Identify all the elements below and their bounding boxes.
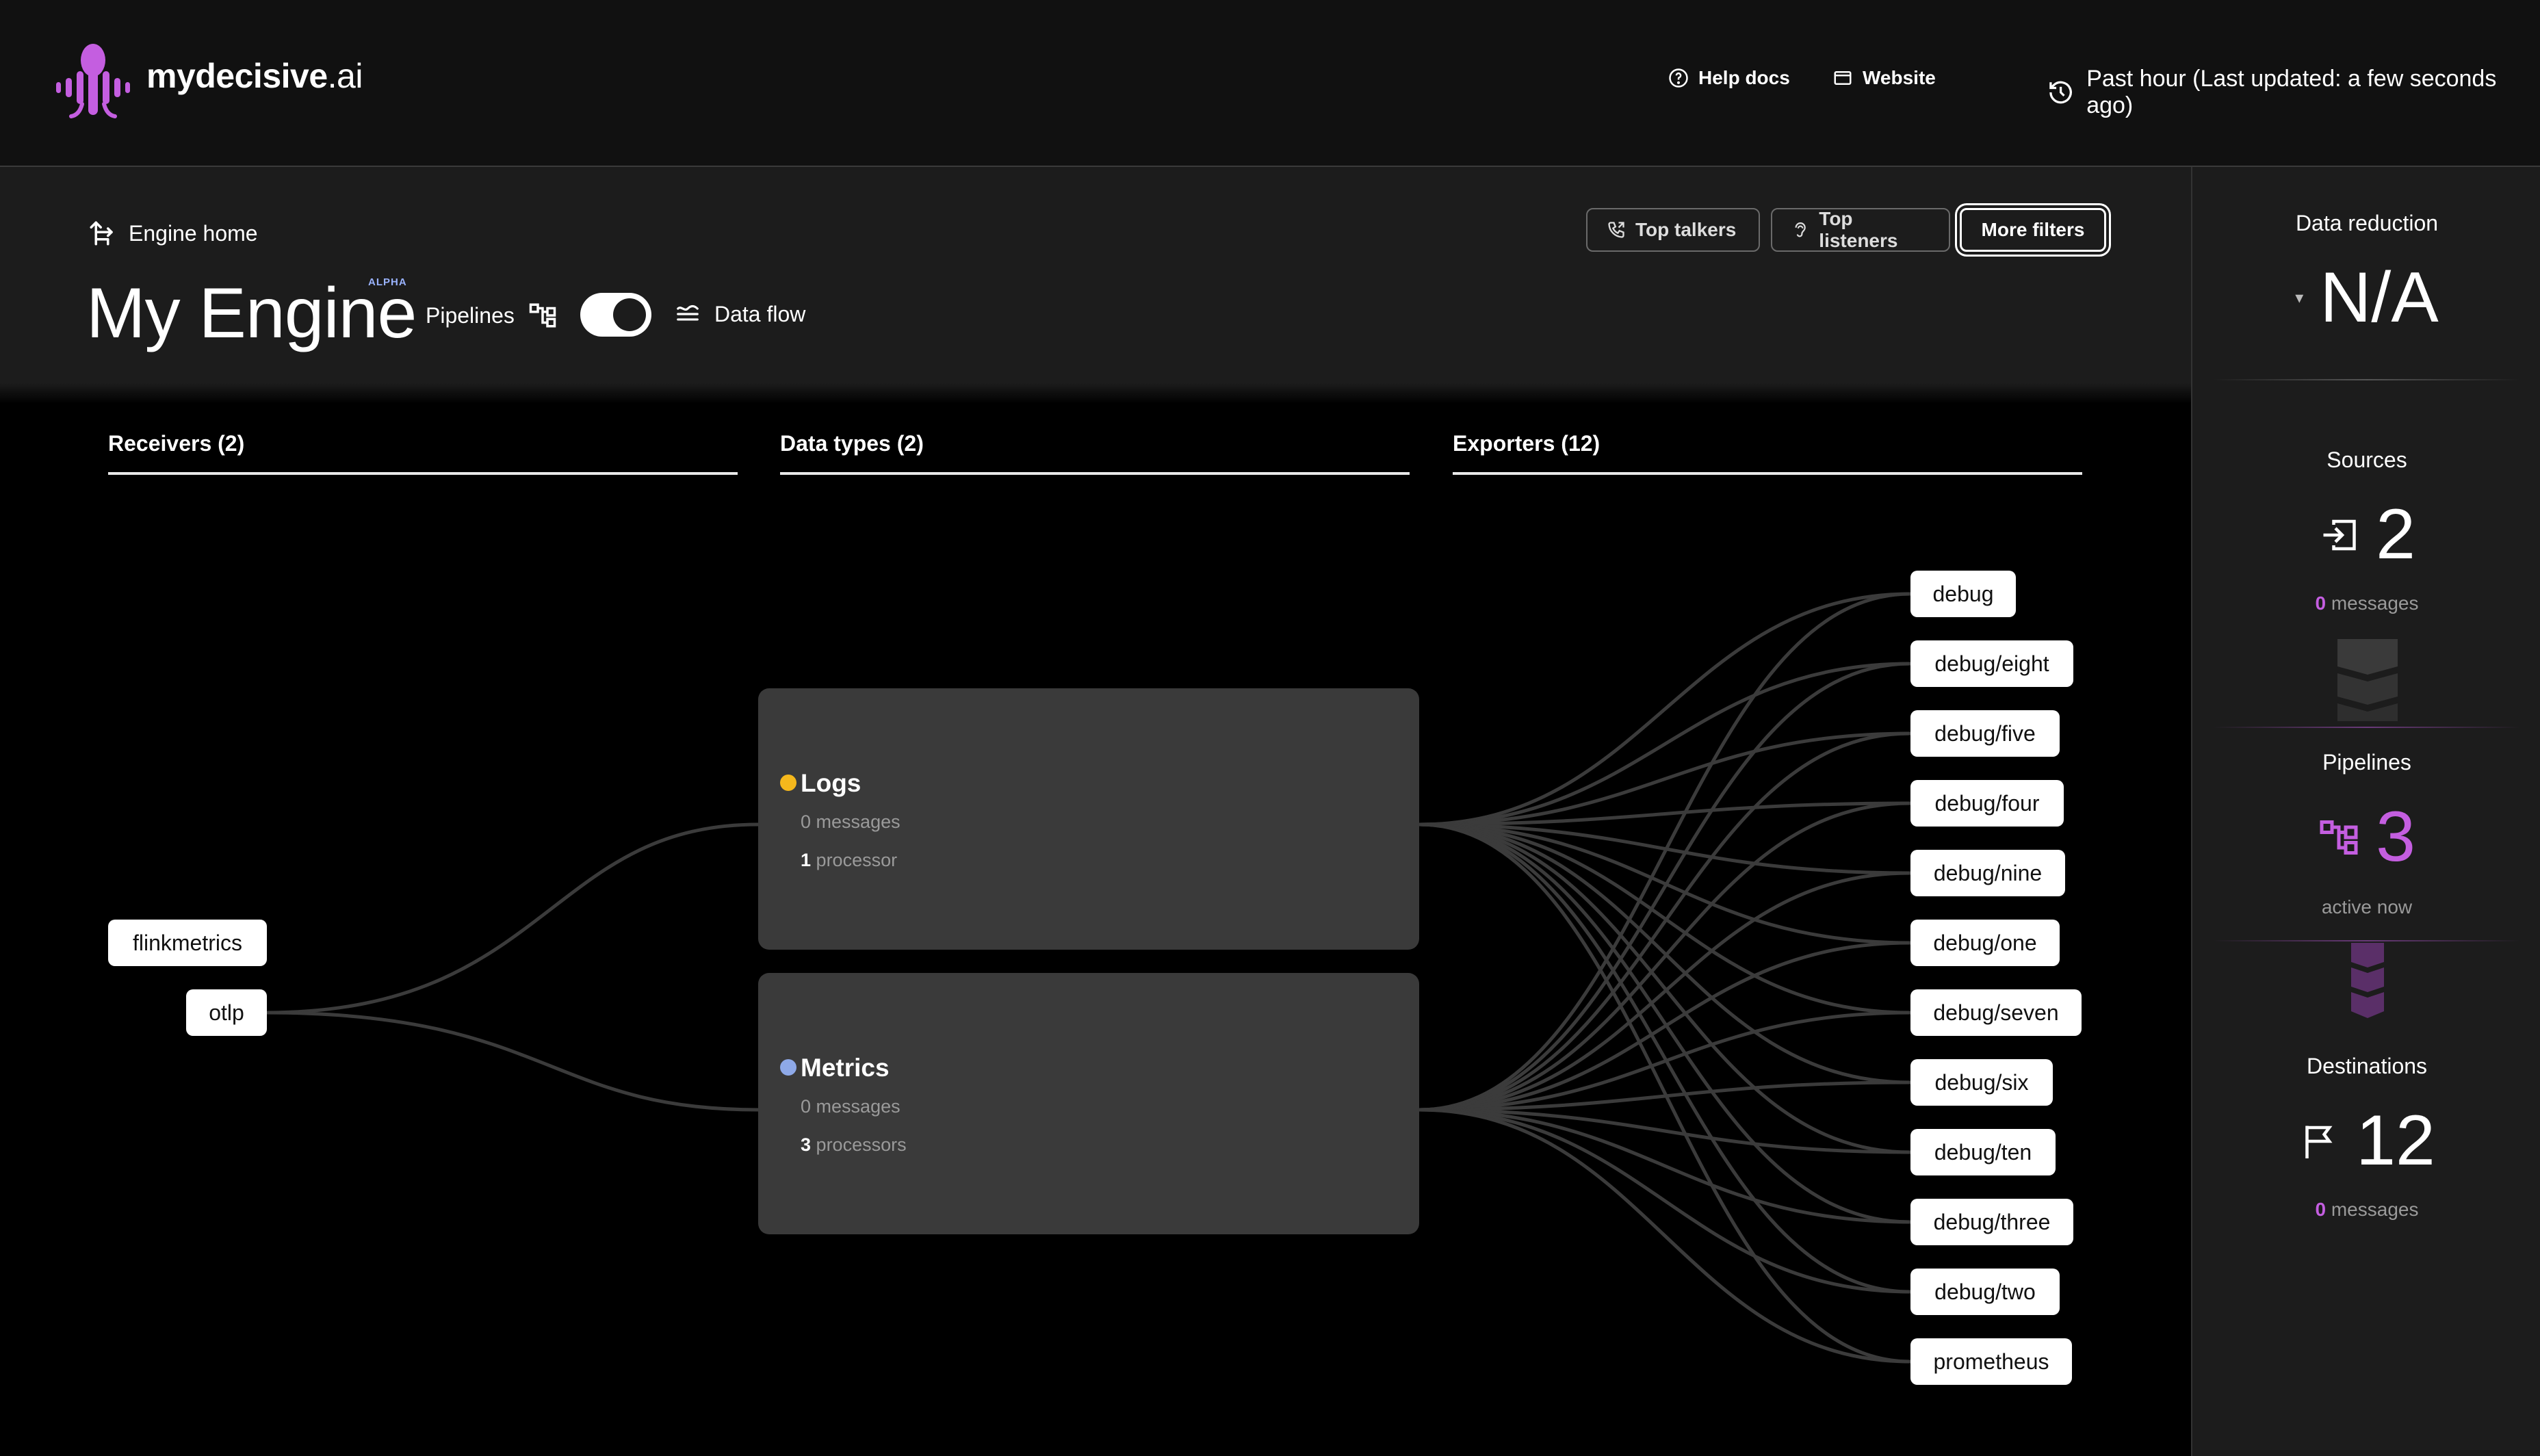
- exporter-edge: [1418, 1108, 1911, 1294]
- exporter-node[interactable]: prometheus: [1910, 1338, 2072, 1385]
- data-type-card-metrics[interactable]: Metrics 0 messages 3 processors: [758, 973, 1419, 1234]
- sources-messages-label: messages: [2331, 593, 2419, 614]
- messages-label: messages: [816, 1096, 900, 1117]
- exporter-node[interactable]: debug/three: [1910, 1199, 2073, 1245]
- processors-label: processors: [816, 1134, 907, 1155]
- flow-chevrons-icon: [2337, 639, 2398, 721]
- receiver-node[interactable]: flinkmetrics: [108, 920, 267, 966]
- exporter-edge: [1418, 822, 1911, 1294]
- sources-message-count: 0: [2315, 593, 2327, 614]
- flow-chevrons-icon: [2351, 943, 2384, 1018]
- data-reduction-value: N/A: [2320, 258, 2439, 337]
- messages-label: messages: [816, 811, 900, 832]
- exporter-node[interactable]: debug/two: [1910, 1269, 2060, 1315]
- input-arrow-icon: [2323, 519, 2356, 550]
- exporter-node[interactable]: debug/seven: [1910, 989, 2082, 1036]
- processors-count: 3: [801, 1134, 812, 1155]
- destinations-value: 12: [2356, 1101, 2435, 1180]
- edge-otlp-logs: [265, 822, 759, 1015]
- exporter-node[interactable]: debug/one: [1910, 920, 2060, 966]
- messages-count: 0: [801, 1096, 812, 1117]
- messages-count: 0: [801, 811, 812, 832]
- data-type-card-logs[interactable]: Logs 0 messages 1 processor: [758, 688, 1419, 950]
- pipelines-value: 3: [2376, 797, 2415, 876]
- exporter-node[interactable]: debug/four: [1910, 780, 2064, 827]
- data-reduction-metric: ▾ N/A: [2192, 257, 2540, 339]
- exporter-edge: [1418, 1108, 1911, 1364]
- data-type-name: Logs: [801, 769, 861, 797]
- exporter-node[interactable]: debug/five: [1910, 710, 2060, 757]
- data-type-name: Metrics: [801, 1054, 890, 1082]
- pipelines-title: Pipelines: [2322, 750, 2411, 775]
- destinations-metric: 12: [2192, 1100, 2540, 1182]
- exporter-edge: [1418, 871, 1911, 1112]
- destinations-messages-label: messages: [2331, 1199, 2419, 1220]
- data-type-processors: 3 processors: [801, 1134, 907, 1156]
- flag-icon: [2305, 1126, 2333, 1158]
- exporter-node[interactable]: debug/six: [1910, 1059, 2053, 1106]
- sources-title: Sources: [2327, 447, 2407, 472]
- receiver-node[interactable]: otlp: [186, 989, 267, 1036]
- section-divider: [2213, 940, 2521, 941]
- sources-metric: 2: [2192, 494, 2540, 575]
- summary-panel: Data reduction ▾ N/A Sources 2 0 message…: [2191, 167, 2540, 1456]
- pipelines-active-label: active now: [2321, 896, 2413, 918]
- processors-label: processor: [816, 850, 898, 870]
- metrics-color-dot: [780, 1059, 796, 1076]
- exporter-node[interactable]: debug/nine: [1910, 850, 2065, 896]
- processors-count: 1: [801, 850, 812, 870]
- caret-down-icon: ▾: [2295, 289, 2304, 307]
- destinations-message-count: 0: [2315, 1199, 2327, 1220]
- section-divider: [2213, 727, 2521, 728]
- pipelines-metric: 3: [2192, 796, 2540, 878]
- exporter-node[interactable]: debug/ten: [1910, 1129, 2056, 1175]
- pipeline-tree-icon: [2320, 820, 2358, 855]
- exporter-edge: [1418, 662, 1911, 1112]
- logs-color-dot: [780, 775, 796, 791]
- exporter-edge: [1418, 662, 1911, 827]
- exporter-node[interactable]: debug/eight: [1910, 640, 2073, 687]
- exporter-edge: [1418, 731, 1911, 1112]
- data-type-messages: 0 messages: [801, 811, 900, 833]
- sources-value: 2: [2376, 495, 2415, 574]
- exporter-edge: [1418, 592, 1911, 827]
- exporter-node[interactable]: debug: [1910, 571, 2016, 617]
- edge-otlp-metrics: [265, 1011, 759, 1112]
- section-divider: [2213, 379, 2521, 380]
- data-reduction-title: Data reduction: [2295, 211, 2439, 235]
- destinations-messages: 0 messages: [2192, 1199, 2540, 1221]
- destinations-title: Destinations: [2306, 1054, 2428, 1078]
- data-type-messages: 0 messages: [801, 1096, 900, 1117]
- sources-messages: 0 messages: [2192, 593, 2540, 614]
- data-type-processors: 1 processor: [801, 850, 897, 871]
- exporter-edge: [1418, 822, 1911, 1084]
